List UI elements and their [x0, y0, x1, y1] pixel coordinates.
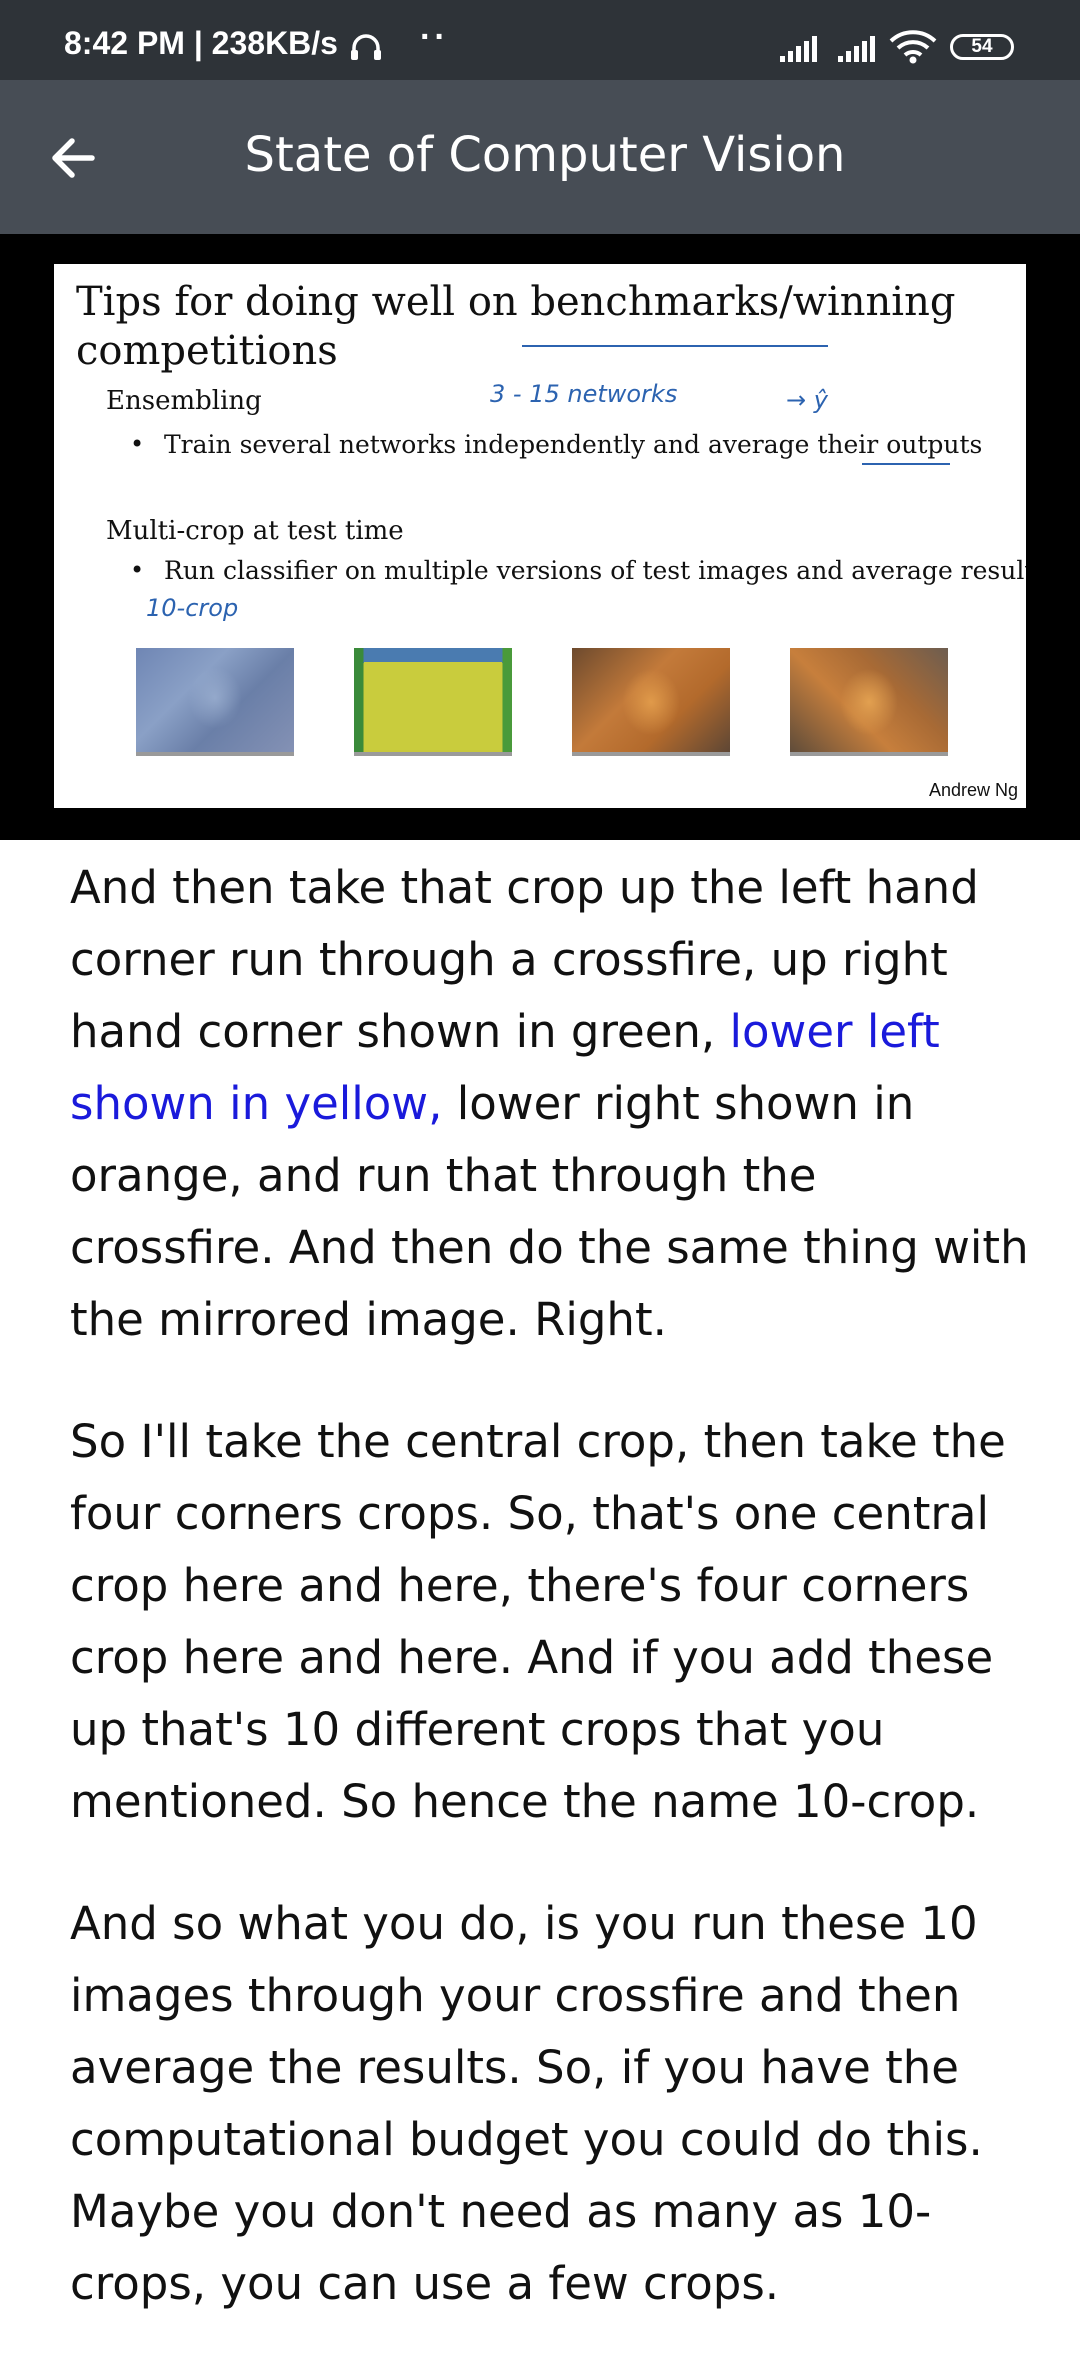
app-bar: State of Computer Vision — [0, 80, 1080, 234]
annotation-y-hat: → ŷ — [786, 386, 828, 414]
headphones-icon — [346, 32, 386, 66]
transcript-body: And then take that crop up the left hand… — [70, 852, 1030, 2370]
crop-thumbnail-orange-2 — [790, 648, 948, 756]
wifi-icon — [888, 30, 938, 68]
status-time-speed: 8:42 PM | 238KB/s — [64, 25, 338, 61]
lecture-slide-viewer[interactable]: Tips for doing well on benchmarks/winnin… — [0, 234, 1080, 840]
slide-bullet-ensembling: Train several networks independently and… — [164, 430, 983, 459]
annotation-underline — [862, 463, 950, 465]
transcript-paragraph: And then take that crop up the left hand… — [70, 852, 1030, 1356]
transcript-paragraph: And so what you do, is you run these 10 … — [70, 1897, 983, 2310]
slide-bullet-multicrop: Run classifier on multiple versions of t… — [164, 556, 1026, 585]
status-bar: 8:42 PM | 238KB/s ·· 54 — [0, 0, 1080, 80]
crop-thumbnail-yellow — [354, 648, 512, 756]
bullet-dot: • — [130, 430, 145, 458]
slide-title: Tips for doing well on benchmarks/winnin… — [76, 279, 956, 374]
slide-heading-multicrop: Multi-crop at test time — [106, 516, 404, 546]
slide-credit: Andrew Ng — [928, 780, 1018, 800]
crop-thumbnail-blue — [136, 648, 294, 756]
signal-icon — [778, 34, 822, 68]
bullet-dot: • — [130, 556, 145, 584]
lecture-slide: Tips for doing well on benchmarks/winnin… — [54, 264, 1026, 808]
transcript-paragraph: So I'll take the central crop, then take… — [70, 1415, 1006, 1828]
battery-icon: 54 — [950, 34, 1014, 60]
page-title: State of Computer Vision — [244, 127, 846, 183]
crop-thumbnail-orange — [572, 648, 730, 756]
signal-icon — [836, 34, 880, 68]
status-more-dots: ·· — [420, 18, 449, 56]
slide-heading-ensembling: Ensembling — [106, 386, 262, 416]
annotation-10-crop: 10-crop — [146, 594, 239, 622]
annotation-networks-count: 3 - 15 networks — [490, 380, 678, 408]
annotation-underline — [522, 345, 828, 347]
